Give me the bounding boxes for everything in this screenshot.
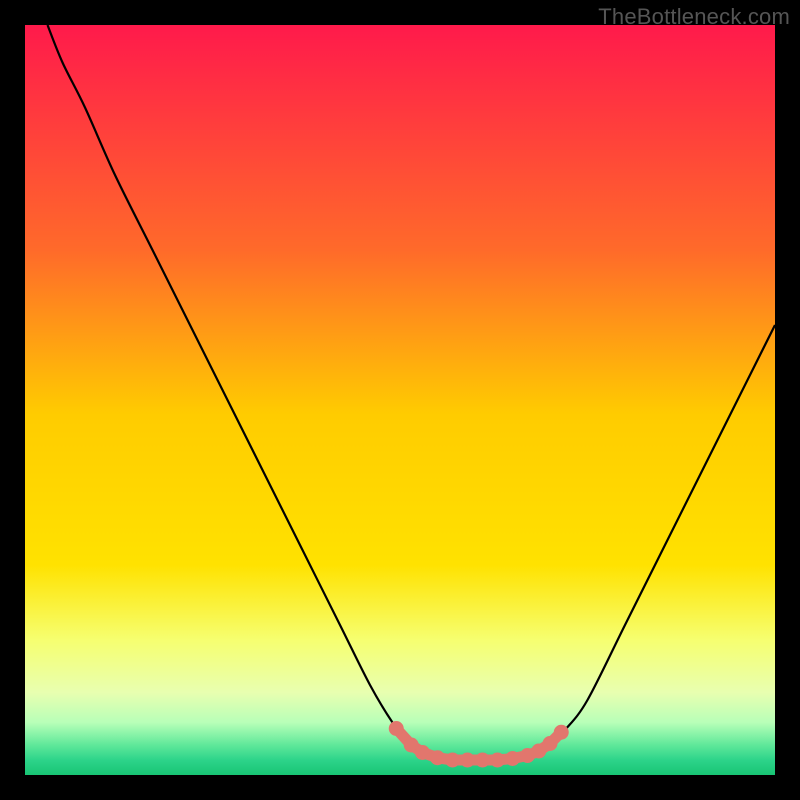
marker-dot: [389, 721, 404, 736]
watermark-text: TheBottleneck.com: [598, 4, 790, 30]
marker-dot: [460, 753, 475, 768]
marker-dot: [430, 750, 445, 765]
marker-dot: [554, 725, 569, 740]
marker-dot: [505, 751, 520, 766]
marker-dot: [415, 745, 430, 760]
marker-dot: [543, 736, 558, 751]
gradient-background: [25, 25, 775, 775]
chart-frame: TheBottleneck.com: [0, 0, 800, 800]
chart-svg: [25, 25, 775, 775]
plot-area: [25, 25, 775, 775]
marker-dot: [445, 753, 460, 768]
marker-dot: [475, 753, 490, 768]
marker-dot: [490, 753, 505, 768]
